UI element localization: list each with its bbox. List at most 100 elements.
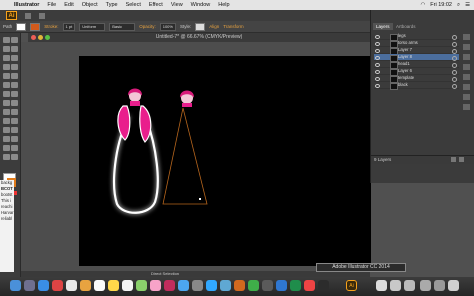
launchpad-icon[interactable] [24,280,35,291]
fill-swatch[interactable] [16,22,27,31]
photos-icon[interactable] [150,280,161,291]
trash-dock-icon[interactable] [448,280,459,291]
zoom-tool-icon[interactable] [11,154,18,160]
notes-icon[interactable] [108,280,119,291]
menu-object[interactable]: Object [78,2,102,8]
line-tool-icon[interactable] [3,64,10,70]
symbols-panel-icon[interactable] [463,64,470,70]
downloads-stack-icon[interactable] [376,280,387,291]
hand-tool-icon[interactable] [3,154,10,160]
terminal-icon[interactable] [262,280,273,291]
artboard[interactable] [79,56,371,266]
blob-brush-tool-icon[interactable] [3,82,10,88]
target-icon[interactable] [452,34,457,40]
photoshop-icon[interactable] [206,280,217,291]
column-graph-tool-icon[interactable] [11,136,18,142]
graphic-style-swatch[interactable] [195,22,206,31]
spotlight-icon[interactable]: ⌕ [457,2,460,9]
mail-icon[interactable] [66,280,77,291]
swatches-panel-icon[interactable] [463,44,470,50]
status-tool-label[interactable]: Direct Selection [151,271,179,276]
opacity-field[interactable]: 100% [159,22,176,31]
perspective-grid-tool-icon[interactable] [11,109,18,115]
type-tool-icon[interactable] [11,55,18,61]
free-transform-tool-icon[interactable] [11,100,18,106]
eye-icon[interactable] [375,41,380,46]
layer-row-template[interactable]: template [374,75,459,83]
align-link[interactable]: Align [209,24,219,29]
word-icon[interactable] [276,280,287,291]
mesh-tool-icon[interactable] [3,118,10,124]
notification-center-icon[interactable]: ☰ [465,2,470,8]
stroke-weight-field[interactable]: 1 pt [62,22,76,31]
acrobat-icon[interactable] [304,280,315,291]
slice-tool-icon[interactable] [11,145,18,151]
document-title[interactable]: Untitled-7* @ 66.67% (CMYK/Preview) [28,34,370,40]
tab-artboards[interactable]: Artboards [393,23,419,30]
safari-icon[interactable] [38,280,49,291]
indesign-icon[interactable] [234,280,245,291]
menu-edit[interactable]: Edit [60,2,77,8]
stroke-panel-icon[interactable] [463,74,470,80]
target-icon[interactable] [452,55,457,61]
menu-file[interactable]: File [43,2,60,8]
app-store-icon[interactable] [178,280,189,291]
color-panel-icon[interactable] [463,34,470,40]
system-preferences-icon[interactable] [192,280,203,291]
excel-icon[interactable] [290,280,301,291]
illustrator-dock-icon[interactable]: Ai [346,280,357,291]
rotate-tool-icon[interactable] [3,91,10,97]
direct-selection-tool-icon[interactable] [11,37,18,43]
target-icon[interactable] [452,69,457,75]
stroke-swatch[interactable] [30,22,41,31]
transparency-panel-icon[interactable] [463,94,470,100]
calendar-icon[interactable] [94,280,105,291]
target-icon[interactable] [452,83,457,89]
opacity-label-link[interactable]: Opacity: [139,24,156,29]
layer-row-legs[interactable]: legs [374,33,459,41]
eye-icon[interactable] [375,34,380,39]
target-icon[interactable] [452,62,457,68]
spotify-icon[interactable] [248,280,259,291]
bridge-icon[interactable] [25,12,31,19]
finder-icon[interactable] [10,280,21,291]
eye-icon[interactable] [375,62,380,67]
eraser-tool-icon[interactable] [11,82,18,88]
minimized-window-icon[interactable] [420,280,431,291]
width-tool-icon[interactable] [3,100,10,106]
eye-icon[interactable] [375,55,380,60]
gradient-tool-icon[interactable] [11,118,18,124]
gradient-panel-icon[interactable] [463,84,470,90]
artwork[interactable] [79,56,371,266]
menu-app-name[interactable]: Illustrator [10,2,43,8]
layer-row-layer-6[interactable]: Layer 6 [374,68,459,76]
selection-tool-icon[interactable] [3,37,10,43]
eye-icon[interactable] [375,48,380,53]
eyedropper-tool-icon[interactable] [3,127,10,133]
itunes-icon[interactable] [164,280,175,291]
brush-definition[interactable]: Basic [109,22,136,31]
menu-effect[interactable]: Effect [145,2,167,8]
stroke-label-link[interactable]: Stroke: [44,24,58,29]
layer-row-black[interactable]: black [374,82,459,90]
target-icon[interactable] [452,41,457,47]
target-icon[interactable] [452,48,457,54]
menu-window[interactable]: Window [187,2,215,8]
variable-width-profile[interactable]: Uniform [79,22,106,31]
eye-icon[interactable] [375,83,380,88]
eye-icon[interactable] [375,69,380,74]
tab-layers[interactable]: Layers [373,23,393,30]
blend-tool-icon[interactable] [11,127,18,133]
reminders-icon[interactable] [122,280,133,291]
applications-stack-icon[interactable] [404,280,415,291]
minimized-window-icon[interactable] [434,280,445,291]
documents-stack-icon[interactable] [390,280,401,291]
preview-icon[interactable] [220,280,231,291]
layer-row-torso-arms[interactable]: torso arms [374,40,459,48]
rectangle-tool-icon[interactable] [11,64,18,70]
scale-tool-icon[interactable] [11,91,18,97]
trash-icon[interactable] [459,157,464,162]
new-layer-icon[interactable] [451,157,456,162]
pen-tool-icon[interactable] [3,55,10,61]
lasso-tool-icon[interactable] [11,46,18,52]
